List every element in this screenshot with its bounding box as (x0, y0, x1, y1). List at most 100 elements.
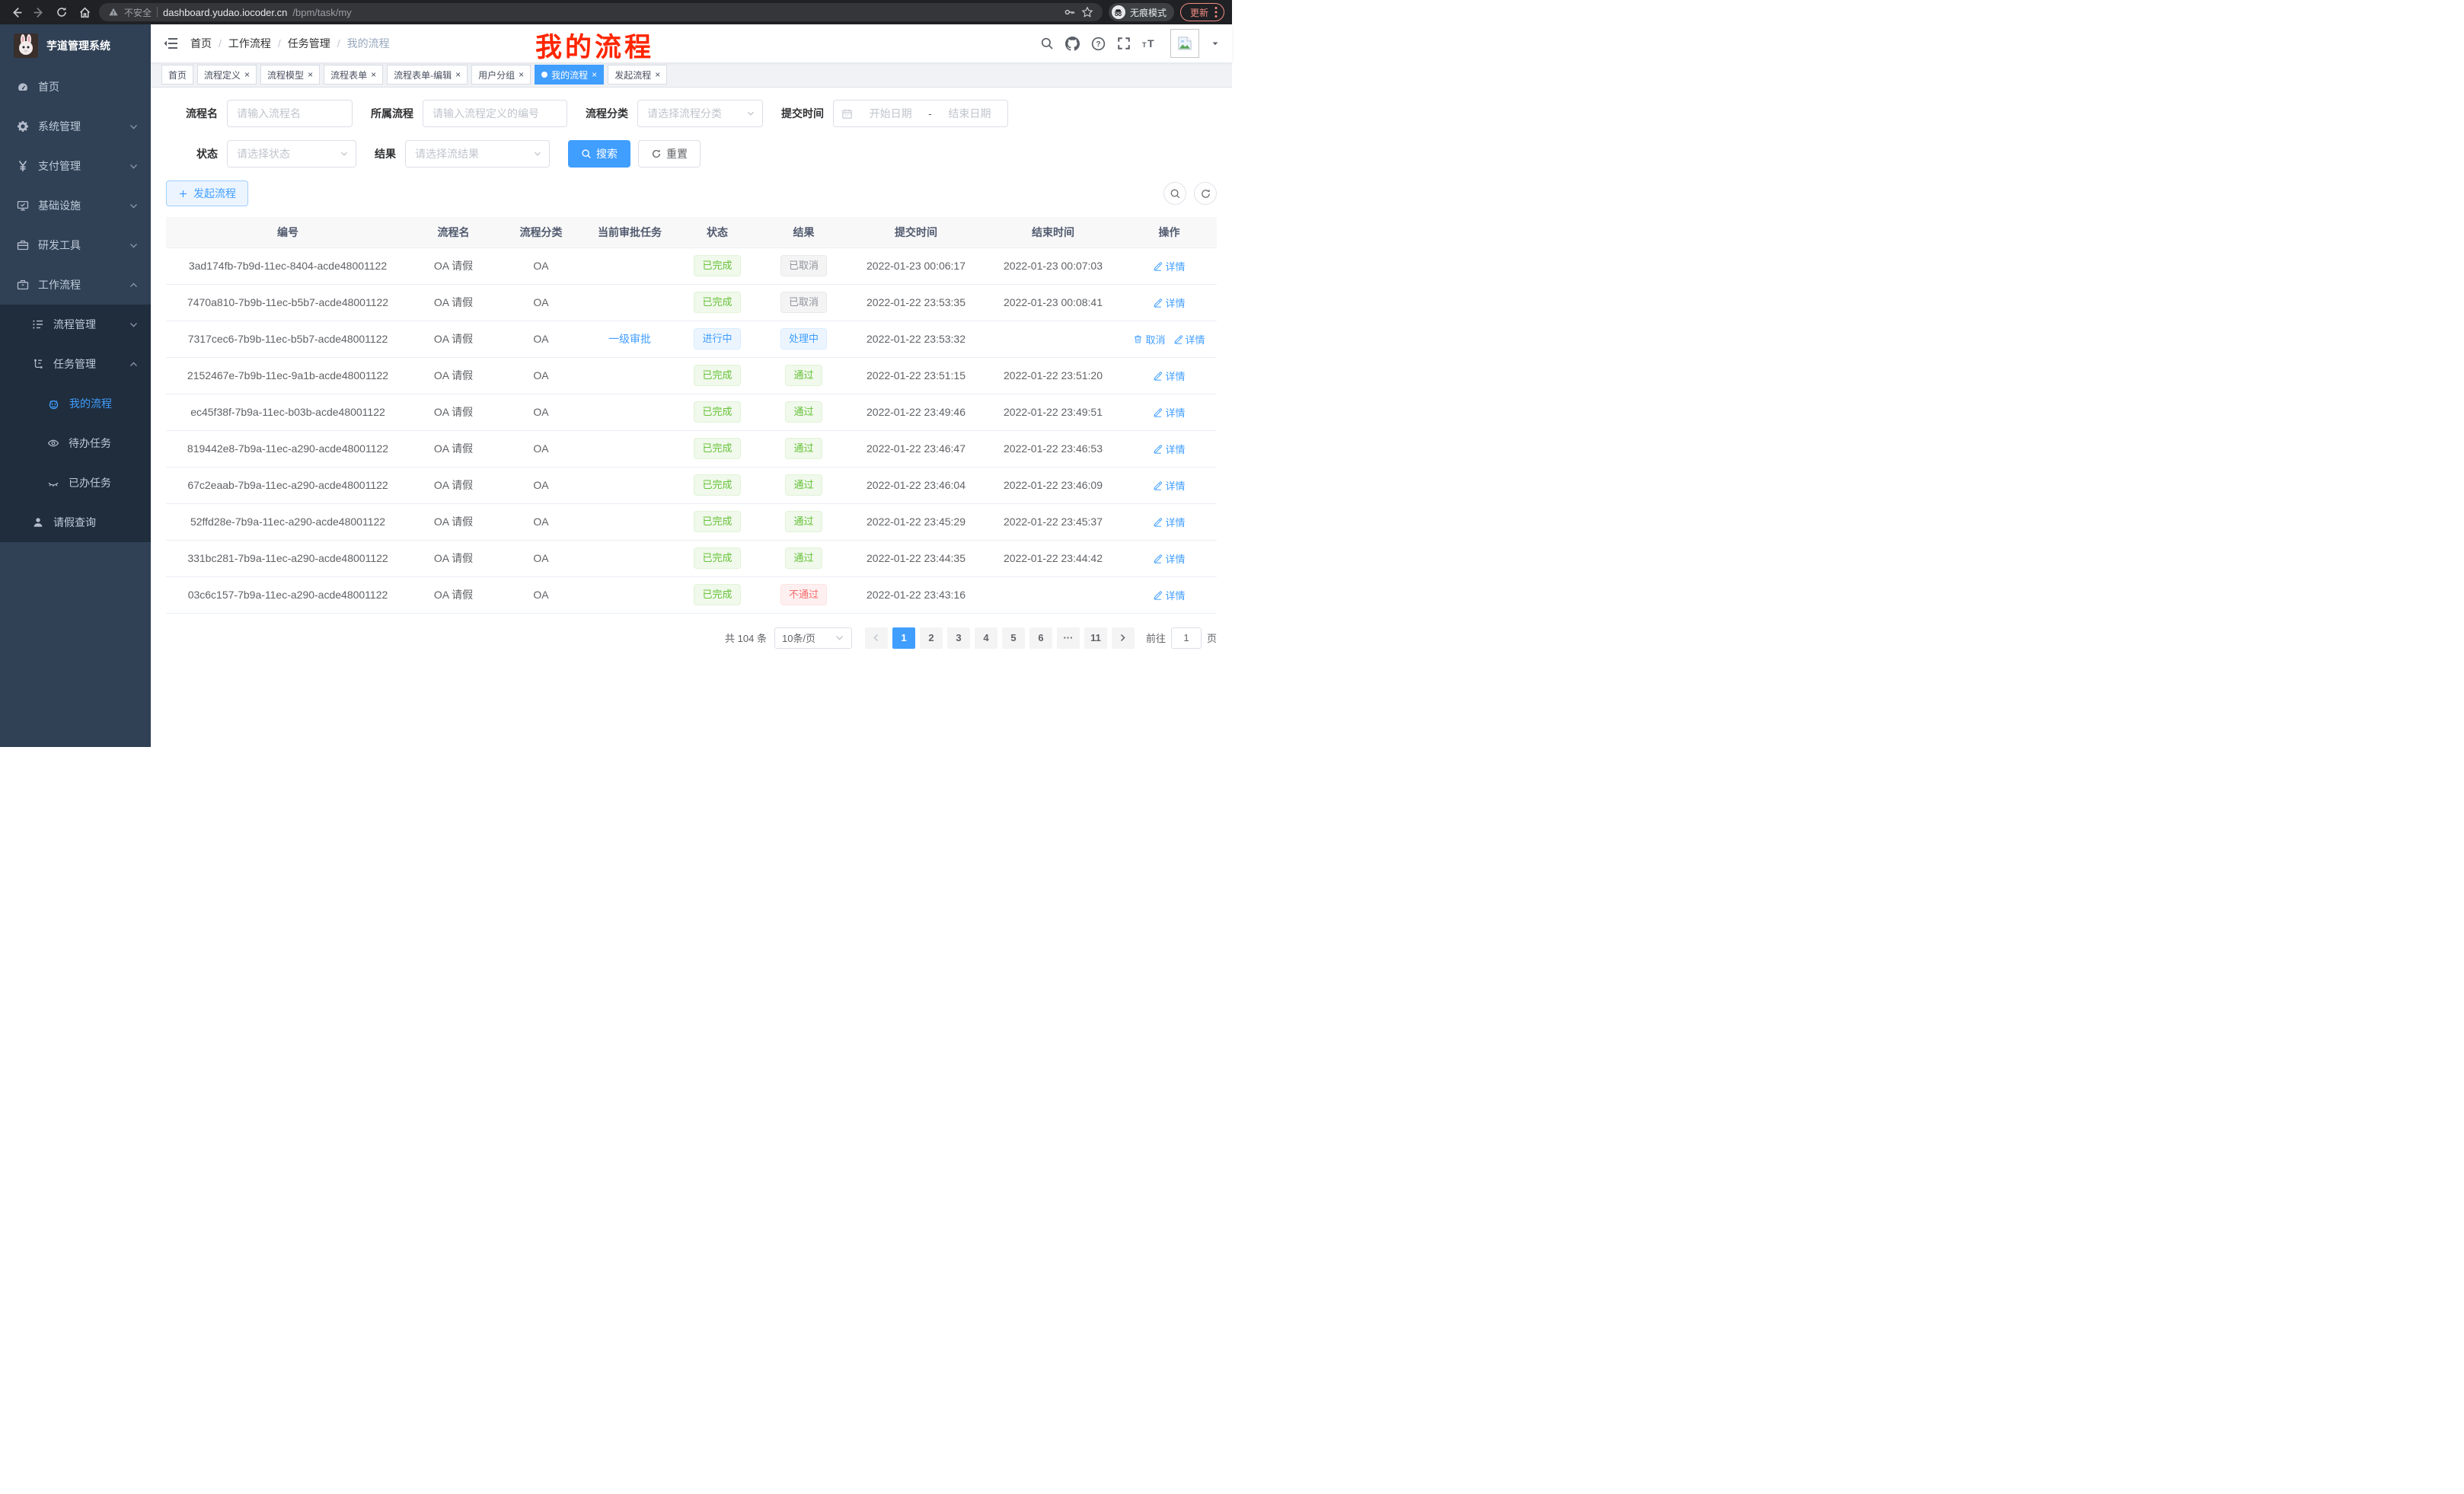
browser-forward-button[interactable] (30, 4, 47, 21)
status-select[interactable] (227, 140, 356, 168)
url-divider (157, 7, 158, 18)
action-详情-link[interactable]: 详情 (1153, 551, 1185, 566)
browser-reload-button[interactable] (53, 4, 70, 21)
avatar[interactable] (1170, 29, 1199, 58)
cell-current-task (585, 247, 675, 284)
task-link[interactable]: 一级审批 (608, 331, 651, 346)
browser-menu-dots-icon[interactable] (1214, 6, 1218, 18)
table-row: 3ad174fb-7b9d-11ec-8404-acde48001122OA 请… (166, 247, 1217, 284)
sidebar-item-7[interactable]: 任务管理 (0, 344, 151, 384)
cell-result: 通过 (760, 503, 847, 540)
help-icon[interactable]: ? (1091, 37, 1106, 51)
close-icon[interactable]: × (244, 70, 250, 79)
search-button[interactable]: 搜索 (568, 140, 630, 168)
cell-process-name: OA 请假 (410, 576, 497, 613)
password-key-icon[interactable] (1064, 6, 1076, 18)
action-详情-link[interactable]: 详情 (1153, 442, 1185, 456)
tab-我的流程[interactable]: 我的流程× (535, 65, 604, 85)
tab-发起流程[interactable]: 发起流程× (608, 65, 667, 85)
cell-process-name: OA 请假 (410, 284, 497, 321)
close-icon[interactable]: × (655, 70, 660, 79)
breadcrumb-item[interactable]: 首页 (190, 36, 212, 51)
action-取消-link[interactable]: 取消 (1133, 332, 1165, 346)
page-button-···[interactable]: ··· (1057, 627, 1080, 649)
action-详情-link[interactable]: 详情 (1153, 478, 1185, 493)
toggle-search-button[interactable] (1163, 182, 1186, 205)
tab-流程定义[interactable]: 流程定义× (197, 65, 257, 85)
page-button-1[interactable]: 1 (892, 627, 915, 649)
page-size-select[interactable]: 10条/页 (774, 627, 852, 649)
sidebar-item-3[interactable]: 基础设施 (0, 186, 151, 225)
table-row: 52ffd28e-7b9a-11ec-a290-acde48001122OA 请… (166, 503, 1217, 540)
tab-流程模型[interactable]: 流程模型× (260, 65, 320, 85)
close-icon[interactable]: × (455, 70, 461, 79)
next-page-button[interactable] (1112, 627, 1135, 649)
sidebar-item-4[interactable]: 研发工具 (0, 225, 151, 265)
font-size-icon[interactable]: TT (1142, 37, 1159, 50)
tab-首页[interactable]: 首页 (161, 65, 193, 85)
search-icon (581, 148, 592, 159)
avatar-caret-icon[interactable] (1211, 39, 1220, 48)
close-icon[interactable]: × (371, 70, 376, 79)
sidebar-collapse-icon[interactable] (163, 36, 178, 51)
action-详情-link[interactable]: 详情 (1153, 588, 1185, 602)
cell-status: 已完成 (675, 576, 760, 613)
refresh-table-button[interactable] (1194, 182, 1217, 205)
page-button-2[interactable]: 2 (920, 627, 943, 649)
browser-home-button[interactable] (76, 4, 93, 21)
tab-用户分组[interactable]: 用户分组× (471, 65, 531, 85)
github-icon[interactable] (1065, 37, 1080, 51)
close-icon[interactable]: × (308, 70, 313, 79)
page-button-3[interactable]: 3 (947, 627, 970, 649)
result-select[interactable] (405, 140, 550, 168)
sidebar-item-8[interactable]: 我的流程 (0, 384, 151, 423)
sidebar-item-0[interactable]: 首页 (0, 67, 151, 107)
cell-actions: 详情 (1122, 357, 1217, 394)
action-详情-link[interactable]: 详情 (1153, 515, 1185, 529)
sidebar-item-11[interactable]: 请假查询 (0, 503, 151, 542)
tab-流程表单[interactable]: 流程表单× (324, 65, 383, 85)
reset-button[interactable]: 重置 (638, 140, 701, 168)
goto-page-input[interactable] (1171, 627, 1202, 649)
submit-time-label: 提交时间 (781, 106, 824, 121)
cell-submit-time: 2022-01-23 00:06:17 (847, 247, 985, 284)
sidebar-item-6[interactable]: 流程管理 (0, 305, 151, 344)
tab-流程表单-编辑[interactable]: 流程表单-编辑× (387, 65, 468, 85)
action-详情-link[interactable]: 详情 (1153, 405, 1185, 420)
process-category-select[interactable] (637, 100, 763, 127)
action-详情-link[interactable]: 详情 (1173, 332, 1205, 346)
cell-actions: 详情 (1122, 576, 1217, 613)
security-warning-icon[interactable] (108, 7, 119, 18)
page-button-6[interactable]: 6 (1029, 627, 1052, 649)
process-name-label: 流程名 (166, 106, 218, 121)
page-button-4[interactable]: 4 (975, 627, 997, 649)
sidebar-item-9[interactable]: 待办任务 (0, 423, 151, 463)
start-date-placeholder: 开始日期 (860, 106, 921, 121)
action-详情-link[interactable]: 详情 (1153, 369, 1185, 383)
parent-process-input[interactable] (423, 100, 567, 127)
cell-category: OA (497, 357, 585, 394)
breadcrumb-item[interactable]: 任务管理 (288, 36, 330, 51)
sidebar-item-5[interactable]: 工作流程 (0, 265, 151, 305)
prev-page-button[interactable] (865, 627, 888, 649)
close-icon[interactable]: × (519, 70, 524, 79)
header-search-icon[interactable] (1040, 37, 1054, 50)
fullscreen-icon[interactable] (1117, 37, 1131, 50)
create-process-button[interactable]: 发起流程 (166, 180, 248, 206)
bookmark-star-icon[interactable] (1081, 6, 1093, 18)
page-button-5[interactable]: 5 (1002, 627, 1025, 649)
sidebar-item-1[interactable]: 系统管理 (0, 107, 151, 146)
sidebar-item-2[interactable]: 支付管理 (0, 146, 151, 186)
column-header: 结果 (760, 217, 847, 247)
submit-time-range-picker[interactable]: 开始日期 - 结束日期 (833, 100, 1008, 127)
browser-back-button[interactable] (8, 4, 24, 21)
browser-update-button[interactable]: 更新 (1180, 3, 1224, 21)
close-icon[interactable]: × (592, 70, 597, 79)
process-name-input[interactable] (227, 100, 353, 127)
address-bar[interactable]: 不安全 dashboard.yudao.iocoder.cn/bpm/task/… (99, 3, 1103, 21)
page-button-11[interactable]: 11 (1084, 627, 1107, 649)
action-详情-link[interactable]: 详情 (1153, 259, 1185, 273)
action-详情-link[interactable]: 详情 (1153, 295, 1185, 310)
breadcrumb-item[interactable]: 工作流程 (228, 36, 271, 51)
sidebar-item-10[interactable]: 已办任务 (0, 463, 151, 503)
